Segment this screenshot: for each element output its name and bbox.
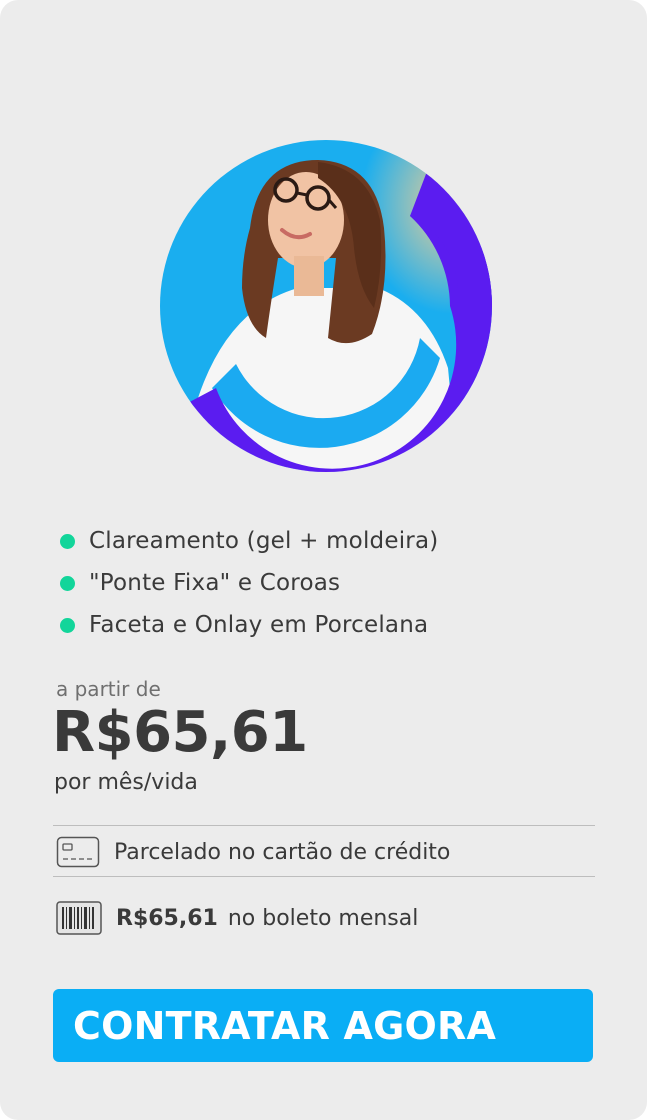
barcode-icon	[56, 901, 102, 935]
price-period: por mês/vida	[54, 770, 198, 795]
feature-label: Faceta e Onlay em Porcelana	[89, 612, 429, 638]
divider	[53, 825, 595, 826]
feature-list: Clareamento (gel + moldeira) "Ponte Fixa…	[60, 520, 438, 646]
contract-now-button[interactable]: CONTRATAR AGORA	[53, 989, 593, 1062]
feature-label: Clareamento (gel + moldeira)	[89, 528, 439, 554]
feature-item: "Ponte Fixa" e Coroas	[60, 562, 438, 604]
card-payment-text: Parcelado no cartão de crédito	[114, 839, 451, 865]
payment-boleto-row: R$65,61 no boleto mensal	[56, 901, 418, 935]
bullet-dot-icon	[60, 617, 75, 633]
feature-item: Faceta e Onlay em Porcelana	[60, 604, 438, 646]
bullet-dot-icon	[60, 575, 75, 591]
price-prefix: a partir de	[56, 677, 161, 701]
payment-card-row: Parcelado no cartão de crédito	[56, 836, 450, 868]
divider	[53, 876, 595, 877]
boleto-price: R$65,61	[116, 905, 218, 931]
price-value: R$65,61	[52, 700, 308, 765]
hero-image	[158, 138, 494, 474]
boleto-text: no boleto mensal	[227, 905, 419, 931]
credit-card-icon	[56, 836, 100, 868]
feature-label: "Ponte Fixa" e Coroas	[89, 570, 341, 596]
plan-card: Clareamento (gel + moldeira) "Ponte Fixa…	[0, 0, 647, 1120]
feature-item: Clareamento (gel + moldeira)	[60, 520, 438, 562]
bullet-dot-icon	[60, 533, 75, 549]
